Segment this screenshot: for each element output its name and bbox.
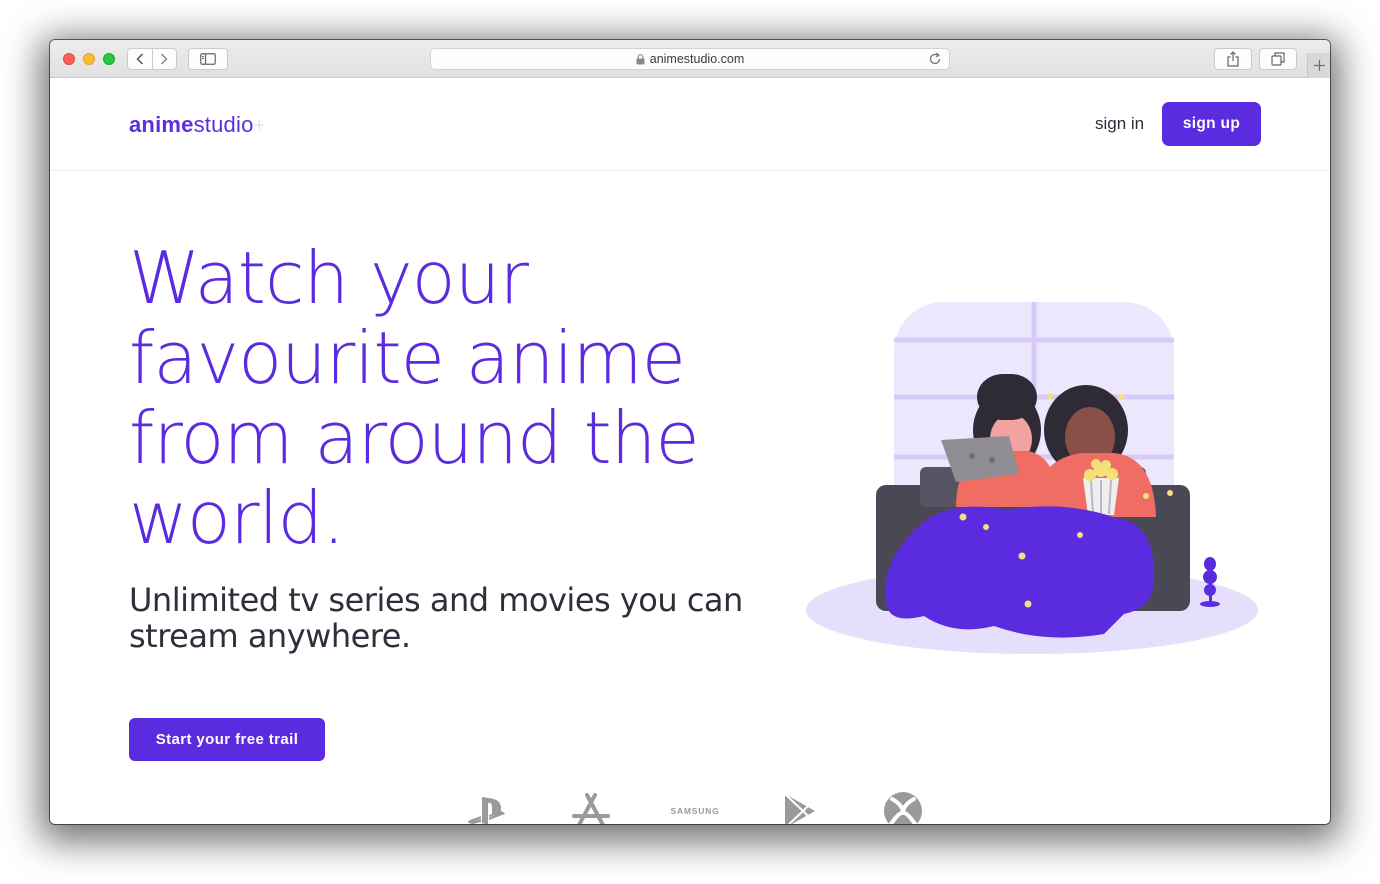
- web-page: animestudio+ sign in sign up Watch your …: [50, 78, 1330, 824]
- start-free-trial-button[interactable]: Start your free trail: [129, 718, 325, 761]
- back-button[interactable]: [128, 49, 153, 69]
- forward-button[interactable]: [153, 49, 177, 69]
- hero-illustration: [806, 302, 1258, 654]
- chevron-left-icon: [136, 53, 143, 65]
- browser-window: animestudio.com animestudio+ sign in sig…: [50, 40, 1330, 824]
- xbox-icon: [884, 792, 922, 824]
- history-nav-group: [127, 48, 177, 70]
- platform-app-store: [570, 792, 612, 824]
- minimize-window-button[interactable]: [83, 53, 95, 65]
- sign-up-button[interactable]: sign up: [1162, 102, 1261, 146]
- url-text: animestudio.com: [649, 52, 745, 66]
- hero-subtitle: Unlimited tv series and movies you can s…: [129, 581, 743, 655]
- playstation-icon: [468, 797, 505, 824]
- browser-toolbar: animestudio.com: [50, 40, 1330, 78]
- share-button[interactable]: [1214, 48, 1252, 70]
- zoom-window-button[interactable]: [103, 53, 115, 65]
- logo[interactable]: animestudio+: [129, 112, 265, 139]
- lock-icon: [636, 53, 645, 64]
- sidebar-icon: [200, 53, 216, 65]
- logo-plus: +: [253, 115, 266, 137]
- sidebar-toggle-button[interactable]: [188, 48, 228, 70]
- chevron-right-icon: [161, 53, 168, 65]
- logo-light-text: studio: [193, 112, 254, 137]
- logo-bold-text: anime: [129, 112, 194, 137]
- platform-playstation: [466, 792, 508, 824]
- reload-icon[interactable]: [928, 52, 942, 66]
- samsung-logo: SAMSUNG: [670, 806, 720, 816]
- platform-xbox: [882, 792, 924, 824]
- site-header: animestudio+ sign in sign up: [50, 78, 1330, 171]
- tabs-icon: [1271, 52, 1285, 66]
- platform-samsung: SAMSUNG: [670, 792, 720, 824]
- platform-google-play: [778, 792, 820, 824]
- new-tab-button[interactable]: [1307, 53, 1330, 78]
- close-window-button[interactable]: [63, 53, 75, 65]
- google-play-icon: [784, 793, 815, 824]
- tab-overview-button[interactable]: [1259, 48, 1297, 70]
- app-store-icon: [572, 793, 610, 824]
- sign-in-link[interactable]: sign in: [1095, 114, 1144, 134]
- hero-title: Watch your favourite anime from around t…: [129, 236, 700, 560]
- plus-icon: [1313, 60, 1325, 71]
- share-icon: [1227, 51, 1239, 67]
- address-bar[interactable]: animestudio.com: [430, 48, 950, 70]
